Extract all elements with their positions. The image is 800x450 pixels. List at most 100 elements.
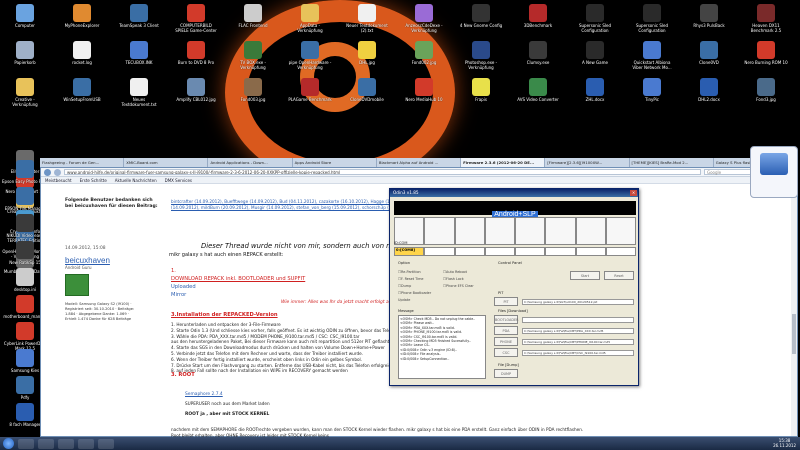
window-tab[interactable]: [THEME][KIES] BraRe-Mod 2...	[630, 158, 714, 167]
desktop-gadget[interactable]	[750, 146, 798, 198]
taskbar-item[interactable]	[38, 438, 54, 449]
desktop-icon[interactable]: FLAC Frontend	[230, 4, 276, 28]
bookmark-item[interactable]: Erste Schritte	[80, 177, 107, 183]
bootloader-button[interactable]: BOOTLOADER	[494, 315, 518, 324]
desktop-icon[interactable]: Creative - Verknüpfung	[2, 78, 48, 107]
desktop-icon[interactable]: TV BOX.exe - Verknüpfung	[230, 41, 276, 70]
scrollbar-thumb[interactable]	[792, 314, 796, 354]
desktop-icon[interactable]: Fond003.jpg	[230, 78, 276, 102]
forward-button[interactable]	[54, 168, 61, 176]
desktop-icon[interactable]: WinSetupFromUSB	[59, 78, 105, 102]
desktop-icon[interactable]: Clumsy.exe	[515, 41, 561, 65]
desktop-icon[interactable]: Clone0VD	[686, 41, 732, 65]
page-scrollbar[interactable]	[791, 194, 797, 436]
window-tab[interactable]: Flashgeeing - Forum de Gen...	[40, 158, 125, 167]
desktop-icon[interactable]: TECUBOX.INK	[116, 41, 162, 65]
desktop-icon[interactable]: AVS Video Converter	[515, 78, 561, 102]
desktop-icon[interactable]: 3DBenchmark	[515, 4, 561, 28]
desktop-icon[interactable]: 4 New Gnome Config	[458, 4, 504, 28]
back-button[interactable]	[44, 168, 51, 176]
start-button[interactable]	[3, 438, 14, 449]
desktop-icon[interactable]: TinyPic	[629, 78, 675, 102]
desktop-icon-label: AVS Video Converter	[517, 97, 559, 102]
repartition-checkbox[interactable]: Re-Partition	[398, 269, 443, 276]
avatar[interactable]	[65, 274, 89, 296]
desktop-icon[interactable]: DHL2.docx	[686, 78, 732, 102]
desktop-icon[interactable]: Neues Textdokument.txt	[116, 78, 162, 107]
desktop-icon[interactable]: Heaven DX11 Benchmark 2.5	[743, 4, 789, 33]
desktop-icon[interactable]: Papierkorb	[2, 41, 48, 65]
pit-path-field[interactable]: C:\Samsung galaxy s II\SGT\u0100_2012051…	[522, 299, 634, 305]
reset-time-checkbox[interactable]: F. Reset Time	[398, 276, 443, 283]
post-author[interactable]: beicuxhaven	[65, 256, 110, 265]
odin-title-bar[interactable]: Odin3 v1.85 ×	[390, 189, 638, 197]
desktop-icon[interactable]: Supersonic Sled Configuration	[572, 4, 618, 33]
efs-clear-checkbox[interactable]: Phone EFS Clear	[443, 283, 488, 290]
window-tab[interactable]: [Firmware][2.3.6][I9100XW...	[545, 158, 630, 167]
app-icon	[73, 41, 91, 59]
auto-reboot-checkbox[interactable]: Auto Reboot	[443, 269, 488, 276]
desktop-icon[interactable]: ZHL.docx	[572, 78, 618, 102]
window-tab[interactable]: Android Applications - Down...	[208, 158, 293, 167]
dump-button[interactable]: DUMP	[494, 369, 518, 378]
window-tab[interactable]: Blackmart Alpha auf Android ...	[377, 158, 462, 167]
desktop-icon[interactable]: rocket.log	[59, 41, 105, 65]
bookmark-item[interactable]: Aktuelle Nachrichten	[115, 177, 157, 183]
taskbar-item[interactable]	[18, 438, 34, 449]
url-input[interactable]: www.android-hilfe.de/original-firmware-f…	[64, 169, 701, 175]
close-icon[interactable]: ×	[630, 190, 637, 196]
desktop-icon[interactable]: Fond3.jpg	[743, 78, 789, 102]
desktop-icon[interactable]: Photoshop.exe - Verknüpfung	[458, 41, 504, 70]
app-icon	[73, 78, 91, 96]
window-tab-active[interactable]: Firmware 2.3.6 (2012-06-20 DE...	[461, 158, 546, 167]
desktop-icon[interactable]: pipe OpenHardware - Verknüpfung	[287, 41, 333, 70]
desktop-icon[interactable]: Supersonic Sled Configuration	[629, 4, 675, 33]
start-button[interactable]: Start	[570, 271, 600, 280]
desktop-icon[interactable]: TeamSpeak 3 Client	[116, 4, 162, 28]
app-icon	[700, 78, 718, 96]
window-tab[interactable]: XMIC-Board.com	[124, 158, 209, 167]
bookmark-item[interactable]: DMX Services	[165, 177, 192, 183]
system-clock[interactable]: 15:38 26.11.2012	[773, 438, 796, 448]
taskbar-item[interactable]	[98, 438, 114, 449]
desktop-icon[interactable]: MyPhoneExplorer	[59, 4, 105, 28]
desktop-icon[interactable]: AppData - Verknüpfung	[287, 4, 333, 33]
pda-path-field[interactable]: C:\Samsung galaxy s II\Fw\file\CBT\PDA_X…	[522, 328, 634, 334]
download-repack-link[interactable]: DOWNLOAD REPACK inkl. BOOTLOADER und SUP…	[171, 276, 305, 282]
desktop-icon[interactable]: Neuer Textdokument (2).txt	[344, 4, 390, 33]
csc-path-field[interactable]: C:\Samsung galaxy s II\Fw\file\CBT\CSC_I…	[522, 350, 634, 356]
window-tab[interactable]: Apps Android Store	[293, 158, 377, 167]
bootloader-path-field[interactable]	[522, 317, 634, 323]
semaphore-link[interactable]: Semaphore 2.7.4	[185, 392, 223, 397]
uploaded-link[interactable]: Uploaded	[171, 284, 196, 290]
desktop-icon[interactable]: Computer	[2, 4, 48, 28]
phone-button[interactable]: PHONE	[494, 337, 518, 346]
desktop-icon[interactable]: COMPUTERBILD SPIELE Game-Center	[173, 4, 219, 33]
desktop-icon[interactable]: CloneDVDmobile	[344, 78, 390, 102]
flash-lock-checkbox[interactable]: Flash Lock	[443, 276, 488, 283]
desktop-icon[interactable]: Frapis	[458, 78, 504, 102]
bookmark-item[interactable]: Meistbesucht	[45, 177, 72, 183]
desktop-icon[interactable]: Amplify CBL012.jpg	[173, 78, 219, 102]
desktop-icon[interactable]: Burn to DVD 8 Pro	[173, 41, 219, 65]
phone-path-field[interactable]: C:\Samsung galaxy s II\Fw\file\CBT\PHONE…	[522, 339, 634, 345]
port-slot	[454, 217, 485, 245]
pit-button[interactable]: PIT	[494, 297, 518, 306]
dump-checkbox[interactable]: Dump	[398, 283, 443, 290]
desktop-icon[interactable]: Fond002.jpg	[401, 41, 447, 65]
pda-button[interactable]: PDA	[494, 326, 518, 335]
csc-button[interactable]: CSC	[494, 348, 518, 357]
reset-button[interactable]: Reset	[604, 271, 634, 280]
desktop-icon[interactable]: DHL.jpg	[344, 41, 390, 65]
taskbar-item[interactable]	[58, 438, 74, 449]
desktop-icon[interactable]: Quickstart Albiona Viber Network Mo...	[629, 41, 675, 70]
desktop-icon[interactable]: Rhys3 PulsBack	[686, 4, 732, 28]
desktop-icon[interactable]: Nero MediaHub 10	[401, 78, 447, 102]
desktop-icon[interactable]: A New Game	[572, 41, 618, 65]
desktop-icon[interactable]: Nero Burning ROM 10	[743, 41, 789, 65]
mirror-link[interactable]: Mirror	[171, 292, 186, 298]
bootloader-update-checkbox[interactable]: Phone Bootloader Update	[398, 290, 443, 304]
desktop-icon[interactable]: PLAGame Benchmark	[287, 78, 333, 102]
taskbar-item[interactable]	[78, 438, 94, 449]
desktop-icon[interactable]: AnzeoscCdeDexe - Verknüpfung	[401, 4, 447, 33]
